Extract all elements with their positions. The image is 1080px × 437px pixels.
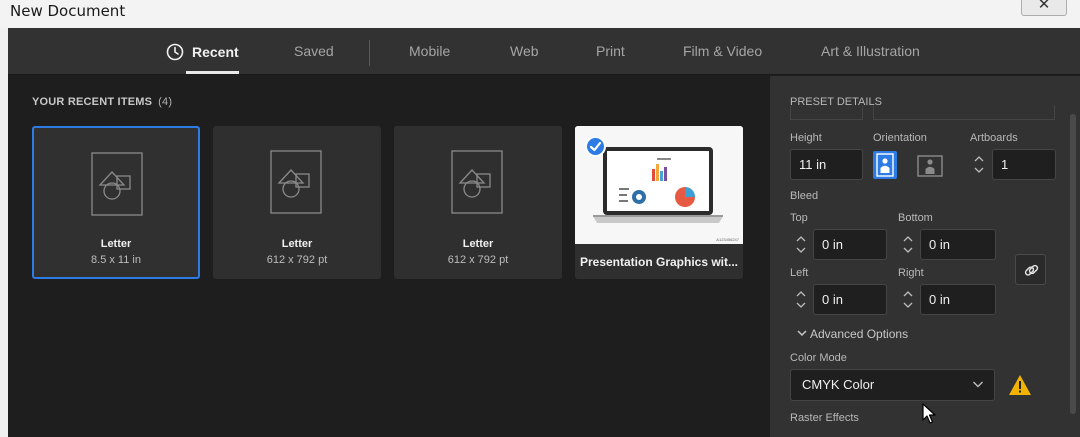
bleed-top-stepper[interactable] <box>792 229 810 260</box>
document-icon <box>451 150 503 214</box>
bleed-left-label: Left <box>790 267 809 279</box>
portrait-button[interactable] <box>873 151 897 179</box>
recent-items-count: (4) <box>158 96 173 108</box>
document-icon <box>270 150 322 214</box>
artboards-stepper[interactable] <box>970 149 988 180</box>
height-input[interactable]: 11 in <box>790 149 863 180</box>
recent-item-dims: 612 x 792 pt <box>447 254 509 266</box>
tab-saved[interactable]: Saved <box>294 43 334 75</box>
recent-item-name: Presentation Graphics wit... <box>579 255 739 269</box>
cursor-icon <box>922 403 936 424</box>
chevron-down-icon <box>973 381 983 388</box>
bleed-top-label: Top <box>790 212 808 224</box>
tab-mobile[interactable]: Mobile <box>409 43 450 75</box>
recent-item-name: Letter <box>462 238 494 250</box>
landscape-icon <box>917 155 943 177</box>
landscape-button[interactable] <box>916 151 943 179</box>
tab-film-video[interactable]: Film & Video <box>683 43 762 75</box>
bleed-bottom-input[interactable]: 0 in <box>920 229 996 260</box>
link-icon <box>1024 264 1039 276</box>
bleed-bottom-stepper[interactable] <box>899 229 917 260</box>
bleed-right-label: Right <box>898 267 924 279</box>
recent-item-name: Letter <box>100 238 132 250</box>
close-button[interactable]: ✕ <box>1021 0 1067 16</box>
color-mode-label: Color Mode <box>790 352 847 364</box>
artboards-input[interactable]: 1 <box>992 149 1056 180</box>
recent-item-card[interactable]: Letter 612 x 792 pt <box>394 126 562 279</box>
recent-items-panel: YOUR RECENT ITEMS (4) Letter 8.5 x 11 in … <box>8 76 770 437</box>
tab-recent[interactable]: Recent <box>166 43 239 75</box>
bleed-label: Bleed <box>790 190 819 202</box>
preset-details-panel: PRESET DETAILS Height 11 in Orientation … <box>770 76 1080 437</box>
tab-bar: Recent Saved Mobile Web Print Film & Vid… <box>8 28 1080 75</box>
tab-art-illustration[interactable]: Art & Illustration <box>821 43 920 75</box>
warning-icon <box>1009 375 1031 395</box>
height-label: Height <box>790 132 822 144</box>
name-field-partial[interactable] <box>873 106 1055 120</box>
recent-item-card[interactable]: Letter 612 x 792 pt <box>213 126 381 279</box>
tab-print[interactable]: Print <box>596 43 625 75</box>
bleed-left-stepper[interactable] <box>792 284 810 315</box>
document-icon <box>91 152 143 216</box>
color-mode-select[interactable]: CMYK Color <box>790 369 995 401</box>
recent-item-card[interactable]: Letter 8.5 x 11 in <box>32 126 200 279</box>
recent-item-name: Letter <box>281 238 313 250</box>
tab-web[interactable]: Web <box>510 43 539 75</box>
bleed-bottom-label: Bottom <box>898 212 933 224</box>
window-title: New Document <box>10 2 126 20</box>
thumbnail-code: A123456247 <box>716 237 739 242</box>
chevron-down-icon <box>797 330 807 337</box>
color-mode-value: CMYK Color <box>802 377 875 392</box>
recent-item-card-template[interactable]: A123456247 Presentation Graphics wit... <box>575 126 743 279</box>
recent-item-dims: 612 x 792 pt <box>266 254 328 266</box>
tab-recent-label: Recent <box>192 44 239 60</box>
orientation-label: Orientation <box>873 132 927 144</box>
bleed-right-input[interactable]: 0 in <box>920 284 996 315</box>
advanced-options-toggle[interactable]: Advanced Options <box>797 327 908 341</box>
bleed-left-input[interactable]: 0 in <box>813 284 887 315</box>
width-field-partial[interactable] <box>790 106 863 120</box>
recent-items-heading: YOUR RECENT ITEMS (4) <box>32 96 172 108</box>
artboards-label: Artboards <box>970 132 1018 144</box>
tab-divider <box>369 40 370 66</box>
raster-effects-label: Raster Effects <box>790 412 859 424</box>
recent-items-title: YOUR RECENT ITEMS <box>32 96 153 108</box>
link-bleed-button[interactable] <box>1015 254 1046 285</box>
title-bar: New Document ✕ <box>0 0 1080 28</box>
recent-item-dims: 8.5 x 11 in <box>91 254 141 266</box>
advanced-options-label: Advanced Options <box>810 327 909 341</box>
clock-icon <box>166 43 184 61</box>
preset-panel-scrollbar[interactable] <box>1070 114 1076 414</box>
new-document-dialog: Recent Saved Mobile Web Print Film & Vid… <box>8 28 1080 437</box>
checkmark-icon <box>585 136 606 157</box>
portrait-icon <box>876 153 894 177</box>
bleed-right-stepper[interactable] <box>899 284 917 315</box>
bleed-top-input[interactable]: 0 in <box>813 229 887 260</box>
